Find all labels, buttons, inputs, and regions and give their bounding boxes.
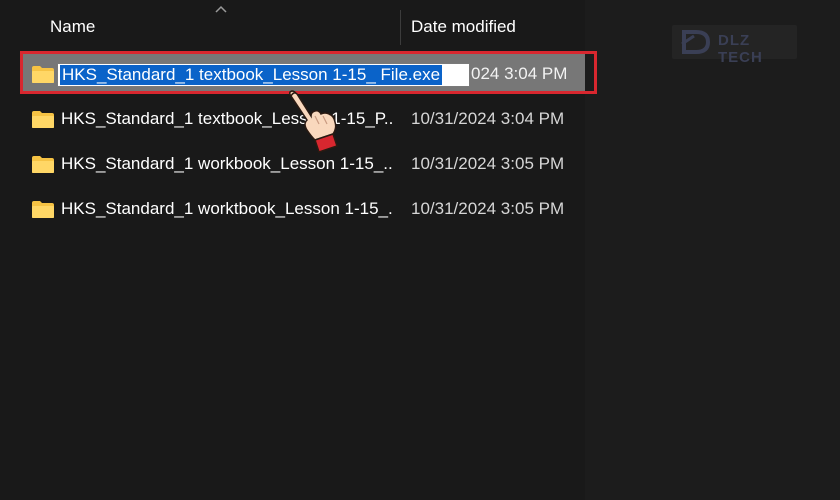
file-date: 024 3:04 PM bbox=[471, 64, 568, 83]
watermark-text: DLZ TECH bbox=[718, 32, 763, 66]
column-name-header[interactable]: Name bbox=[50, 17, 95, 37]
file-date: 10/31/2024 3:05 PM bbox=[411, 154, 565, 173]
folder-icon bbox=[32, 156, 54, 173]
column-divider[interactable] bbox=[400, 10, 401, 45]
folder-icon bbox=[32, 66, 54, 83]
file-list-panel: Name Date modified HKS_Standard_1 textbo… bbox=[0, 0, 585, 500]
file-row[interactable]: HKS_Standard_1 worktbook_Lesson 1-15_...… bbox=[22, 189, 585, 229]
file-date: 10/31/2024 3:04 PM bbox=[411, 109, 565, 128]
hand-pointer-icon bbox=[288, 90, 338, 153]
file-name: HKS_Standard_1 worktbook_Lesson 1-15_... bbox=[61, 199, 393, 218]
logo-mark-icon bbox=[681, 30, 711, 54]
rename-selected-text: HKS_Standard_1 textbook_Lesson 1-15_ Fil… bbox=[60, 65, 443, 85]
chevron-up-icon[interactable] bbox=[214, 4, 228, 14]
column-date-modified-header[interactable]: Date modified bbox=[411, 17, 516, 37]
folder-icon bbox=[32, 201, 54, 218]
watermark-logo: DLZ TECH bbox=[672, 25, 797, 66]
empty-area bbox=[585, 0, 840, 500]
column-header: Name Date modified bbox=[0, 0, 585, 48]
folder-icon bbox=[32, 111, 54, 128]
file-date: 10/31/2024 3:05 PM bbox=[411, 199, 565, 218]
rename-input[interactable]: HKS_Standard_1 textbook_Lesson 1-15_ Fil… bbox=[57, 63, 470, 87]
file-row[interactable]: HKS_Standard_1 textbook_Lesson 1-15_ Fil… bbox=[22, 54, 585, 94]
